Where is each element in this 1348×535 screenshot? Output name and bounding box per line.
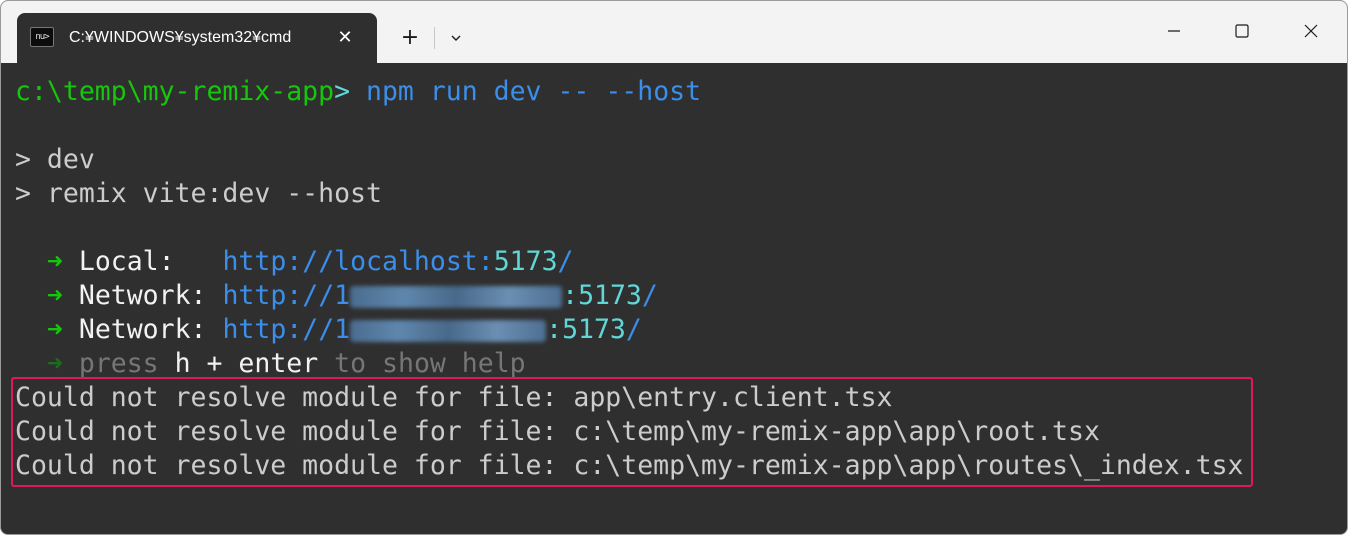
- local-url[interactable]: http://localhost:5173/: [222, 246, 573, 277]
- local-port: 5173: [493, 246, 558, 277]
- network-label: Network:: [78, 314, 207, 345]
- tab-dropdown-button[interactable]: [441, 23, 471, 53]
- error-highlight-box: [11, 377, 1253, 487]
- network-label: Network:: [78, 280, 207, 311]
- terminal-window: nu> C:¥WINDOWS¥system32¥cmd ✕ + c:\temp\…: [0, 0, 1348, 535]
- network-url[interactable]: http://1:5173/: [222, 280, 657, 311]
- network-url[interactable]: http://1:5173/: [222, 314, 641, 345]
- command-text: npm run dev -- --host: [350, 76, 702, 107]
- minimize-icon: [1168, 30, 1180, 32]
- new-tab-button[interactable]: +: [393, 23, 427, 53]
- output-line: > remix vite:dev --host: [15, 178, 382, 209]
- tab-cmd[interactable]: nu> C:¥WINDOWS¥system32¥cmd ✕: [17, 13, 377, 63]
- maximize-button[interactable]: [1219, 11, 1265, 51]
- arrow-icon: ➜: [46, 348, 63, 379]
- title-bar[interactable]: nu> C:¥WINDOWS¥system32¥cmd ✕ +: [1, 1, 1347, 63]
- network-url-line: ➜ Network: http://1:5173/: [15, 279, 658, 313]
- help-line: ➜ press h + enter to show help: [46, 348, 526, 379]
- close-icon: [1304, 24, 1318, 38]
- close-tab-icon[interactable]: ✕: [333, 26, 357, 50]
- prompt-path: c:\temp\my-remix-app: [15, 76, 335, 107]
- network-url-line: ➜ Network: http://1:5173/: [15, 313, 642, 347]
- terminal-output[interactable]: c:\temp\my-remix-app> npm run dev -- --h…: [1, 63, 1347, 534]
- minimize-button[interactable]: [1151, 11, 1197, 51]
- tab-divider: [434, 27, 435, 49]
- redacted-ip: [350, 319, 547, 342]
- help-key: h + enter: [174, 348, 319, 379]
- tab-title: C:¥WINDOWS¥system32¥cmd: [69, 29, 292, 46]
- local-label: Local:: [78, 246, 175, 277]
- local-url-line: ➜ Local: http://localhost:5173/: [15, 245, 574, 279]
- arrow-icon: ➜: [46, 314, 63, 345]
- close-window-button[interactable]: [1288, 11, 1334, 51]
- terminal-icon: nu>: [30, 27, 54, 47]
- output-line: > dev: [15, 144, 95, 175]
- maximize-icon: [1235, 24, 1249, 38]
- redacted-ip: [350, 285, 563, 308]
- prompt-line: c:\temp\my-remix-app> npm run dev -- --h…: [15, 75, 701, 109]
- arrow-icon: ➜: [46, 280, 63, 311]
- prompt-symbol: >: [334, 76, 351, 107]
- arrow-icon: ➜: [46, 246, 63, 277]
- chevron-down-icon: [451, 35, 461, 41]
